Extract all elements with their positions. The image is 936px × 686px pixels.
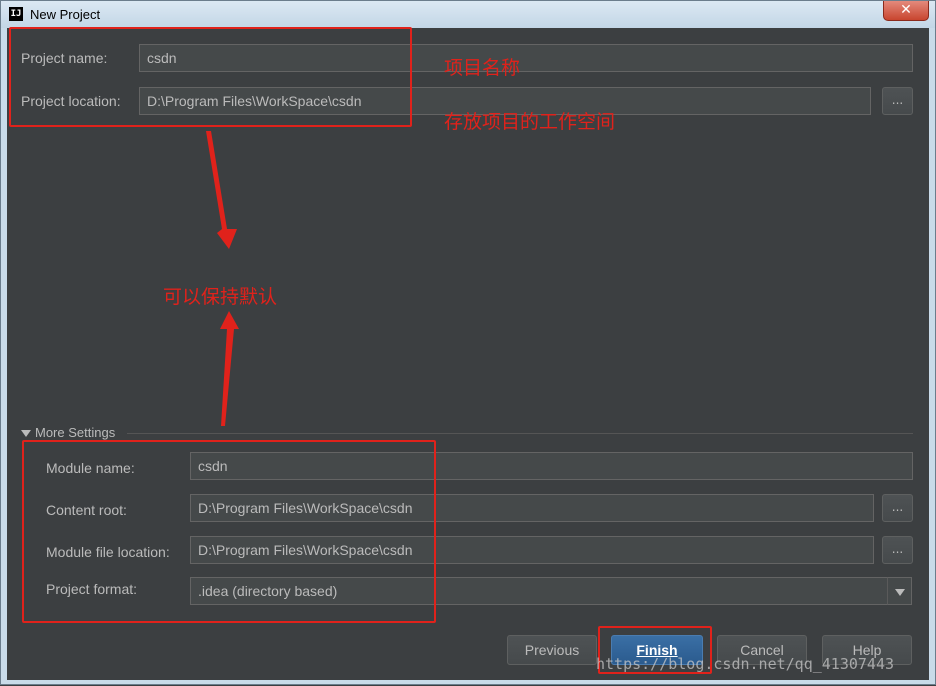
window-frame: IJ New Project ✕ Project name: csdn Proj… [0,0,936,685]
annotation-arrows [206,131,239,426]
arrow-down-shape [206,131,237,249]
watermark-text: https://blog.csdn.net/qq_41307443 [596,655,895,673]
arrow-up-shape [220,311,239,426]
